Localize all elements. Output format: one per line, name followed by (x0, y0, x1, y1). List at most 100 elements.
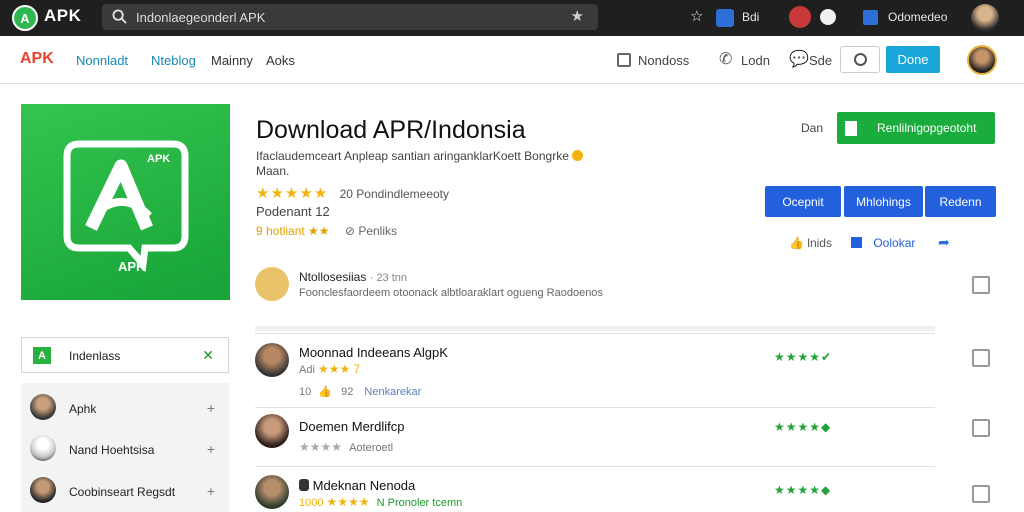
bookmark-star-icon[interactable]: ★ (571, 7, 584, 25)
phone-icon: ✆ (719, 51, 733, 68)
likes-action[interactable]: 👍 lnids (789, 236, 832, 250)
featured-review-meta: 23 tnn (376, 272, 408, 284)
page-title: Download APR/Indonsia (256, 116, 526, 144)
app-logo-icon[interactable]: A (12, 5, 38, 31)
action-button-1[interactable]: Ocepnit (765, 186, 841, 217)
review-rating: ★★★★✔ (774, 350, 833, 364)
info-icon[interactable] (820, 9, 836, 25)
settings-app-icon[interactable] (863, 10, 878, 25)
rating-stars: ★★★★★ (256, 185, 329, 202)
nav-link-download[interactable]: Nonnladt (76, 53, 128, 68)
search-bar[interactable]: ★ (102, 4, 598, 30)
featured-review-checkbox[interactable] (972, 276, 990, 294)
review-tag[interactable]: Nenkarekar (364, 386, 421, 398)
reviewer-meta: ★★★★ Aoteroetl (299, 440, 393, 454)
review-checkbox[interactable] (972, 419, 990, 437)
reviewer-name[interactable]: Moonnad Indeeans AlgpK (299, 345, 448, 360)
review-rating: ★★★★◆ (774, 420, 832, 434)
thumbs-up-icon: 👍 (789, 236, 804, 250)
review-comment-count: 92 (341, 386, 354, 398)
app-icon-large: APK APK (21, 104, 230, 300)
site-nav: APK Nonnladt Nteblog Mainny Aoks Nondoss… (0, 36, 1024, 84)
sidebar-selected-label: Indenlass (69, 349, 121, 363)
link-icon: ⊘ (344, 224, 355, 238)
nav-link-aoks[interactable]: Aoks (266, 53, 295, 68)
sidebar-item-regsdt[interactable]: Coobinseart Regsdt + (21, 471, 229, 511)
primary-download-label: Renlilnigopgeotoht (877, 121, 977, 135)
app-description-line2: Maan. (256, 164, 290, 178)
action-button-3[interactable]: Redenn (925, 186, 996, 217)
star-outline-icon[interactable]: ☆ (690, 7, 703, 25)
notification-count: Bdi (742, 10, 760, 24)
reviewer-name-text: Mdeknan Nenoda (312, 478, 416, 493)
report-action[interactable]: Oolokar (851, 236, 915, 250)
done-button[interactable]: Done (886, 46, 940, 73)
reviewer-stars: ★★★★ (326, 495, 370, 509)
nav-link-many[interactable]: Mainny (211, 53, 253, 68)
plus-icon[interactable]: + (207, 441, 215, 457)
review-checkbox[interactable] (972, 485, 990, 503)
circle-icon (853, 53, 867, 66)
extension-icon[interactable] (716, 9, 734, 27)
nav-link-blog[interactable]: Nteblog (151, 53, 196, 68)
likes-label: lnids (807, 236, 832, 250)
sidebar-selected-item[interactable]: A Indenlass ✕ (21, 337, 229, 373)
reviewer-name[interactable]: Mdeknan Nenoda (299, 478, 415, 493)
links-link[interactable]: Penliks (358, 224, 397, 238)
gift-icon (851, 237, 862, 248)
top-bar: A APK ★ ☆ Bdi Odomedeo (0, 0, 1024, 36)
app-icon-small-label: APK (147, 153, 171, 165)
nondoss-link[interactable]: Nondoss (638, 53, 689, 68)
user-avatar[interactable] (971, 4, 999, 32)
divider-line (255, 407, 935, 408)
download-circle-button[interactable] (840, 46, 880, 73)
divider-line (255, 466, 935, 467)
reviewer-icon (299, 479, 309, 491)
sidebar-item-label: Nand Hoehtsisa (69, 443, 155, 457)
nav-user-avatar[interactable] (967, 45, 997, 75)
reviewer-avatar[interactable] (255, 475, 289, 509)
review-like-count: 10 (299, 386, 312, 398)
reviewer-avatar[interactable] (255, 414, 289, 448)
review-rating: ★★★★◆ (774, 483, 832, 497)
sidebar-list: Aphk + Nand Hoehtsisa + Coobinseart Regs… (21, 383, 229, 512)
rating-row-secondary: 9 hotliant ★★ ⊘ Penliks (256, 224, 397, 238)
sidebar-item-aphk[interactable]: Aphk + (21, 388, 229, 428)
login-link[interactable]: Lodn (741, 53, 770, 68)
plus-icon[interactable]: + (207, 483, 215, 499)
site-brand[interactable]: APK (20, 50, 54, 68)
close-icon[interactable]: ✕ (202, 347, 214, 364)
rating-count: 20 Pondindlemeeoty (339, 187, 450, 201)
featured-review-text: Foonclesfaordeem otoonack albtloaraklart… (299, 287, 603, 299)
review-checkbox[interactable] (972, 349, 990, 367)
reviewer-meta-prefix: 1000 (299, 497, 324, 509)
download-label: Dan (801, 121, 824, 135)
avatar (30, 435, 56, 461)
reviewer-avatar[interactable] (255, 343, 289, 377)
reviewer-meta: 1000 ★★★★ N Pronoler tcemn (299, 495, 462, 509)
sidebar-item-hoehtsisa[interactable]: Nand Hoehtsisa + (21, 429, 229, 469)
profile-badge-icon[interactable] (789, 6, 811, 28)
account-label[interactable]: Odomedeo (888, 10, 947, 24)
plus-icon[interactable]: + (207, 400, 215, 416)
section-divider (255, 326, 935, 331)
app-description: Ifaclaudemceart Anpleap santian aringank… (256, 149, 584, 163)
action-button-2[interactable]: Mhlohings (844, 186, 923, 217)
emoji-icon (572, 150, 584, 161)
android-icon: A (33, 347, 51, 364)
reviewer-name[interactable]: Doemen Merdlifcp (299, 419, 405, 434)
search-input[interactable] (136, 7, 556, 27)
top-brand-name: APK (44, 6, 82, 25)
reviewer-stars: ★★★ (317, 362, 351, 376)
sde-link[interactable]: Sde (809, 53, 832, 68)
rating-secondary-stars: ★★ (308, 224, 330, 238)
share-icon[interactable]: ➦ (938, 234, 950, 251)
reviewer-meta-extra: N Pronoler tcemn (376, 497, 463, 509)
review-stats: 10 👍 92 Nenkarekar (299, 385, 421, 398)
review-like-icon[interactable]: 👍 (318, 386, 332, 398)
reviewer-stars: ★★★★ (299, 440, 343, 454)
app-version: Podenant 12 (256, 204, 330, 219)
rating-row: ★★★★★ 20 Pondindlemeeoty (256, 184, 449, 202)
primary-download-button[interactable]: Renlilnigopgeotoht (837, 112, 995, 144)
avatar (30, 477, 56, 503)
